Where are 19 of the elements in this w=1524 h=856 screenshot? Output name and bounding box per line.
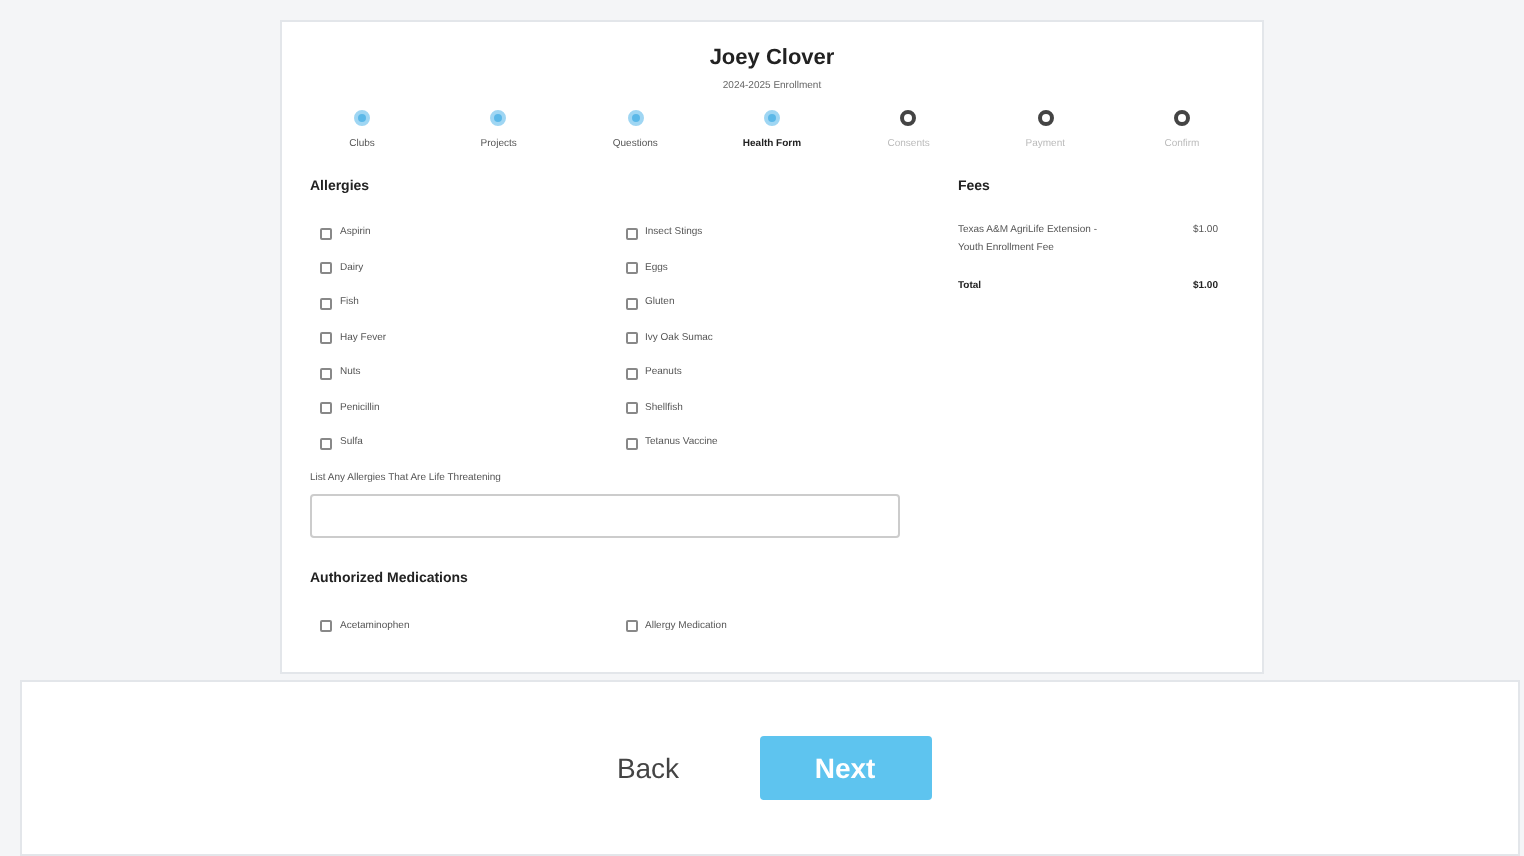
student-name: Joey Clover: [709, 44, 835, 74]
checkbox[interactable]: [625, 297, 637, 310]
checkbox[interactable]: [625, 262, 637, 275]
back-button[interactable]: Back: [608, 735, 688, 801]
allergies-text-field[interactable]: [310, 494, 900, 538]
checkbox[interactable]: [320, 297, 332, 310]
checkbox[interactable]: [320, 227, 332, 240]
checkbox[interactable]: [625, 332, 637, 345]
checkbox[interactable]: [625, 367, 637, 380]
checkbox[interactable]: [320, 367, 332, 380]
checkbox[interactable]: [625, 227, 637, 240]
checkbox[interactable]: [320, 262, 332, 275]
checkbox[interactable]: [625, 402, 637, 415]
checkbox[interactable]: [320, 402, 332, 415]
checkbox[interactable]: [625, 620, 637, 633]
checkbox[interactable]: [320, 620, 332, 633]
checkbox[interactable]: [320, 437, 332, 450]
checkbox[interactable]: [320, 332, 332, 345]
checkbox[interactable]: [625, 437, 637, 450]
